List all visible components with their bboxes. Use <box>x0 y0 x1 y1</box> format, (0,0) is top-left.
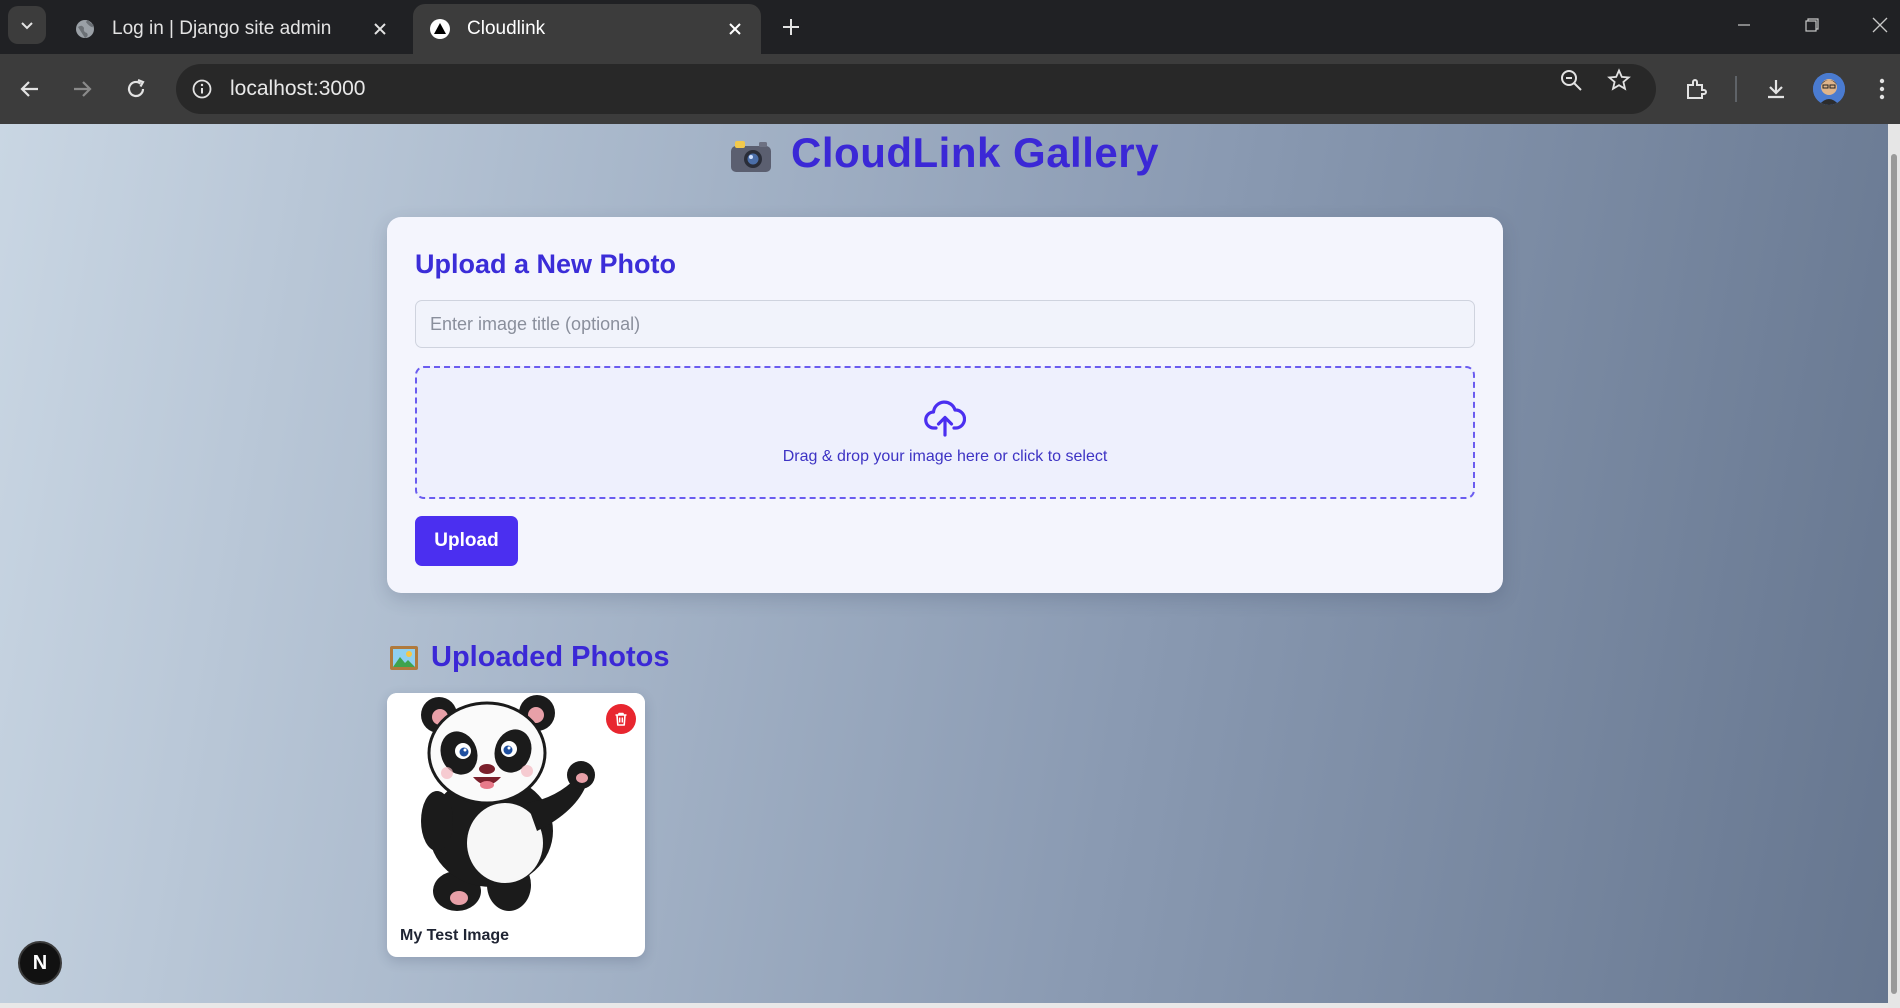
page-viewport: CloudLink Gallery Upload a New Photo Dra… <box>0 124 1888 1003</box>
window-close-icon[interactable] <box>1862 10 1898 40</box>
reload-icon[interactable] <box>116 69 156 109</box>
tab-strip: Log in | Django site admin Cloudlink <box>0 0 1900 54</box>
chevron-down-icon <box>21 22 33 30</box>
next-icon <box>430 19 450 39</box>
window-bottom-edge <box>0 1003 1888 1008</box>
page-title-text: CloudLink Gallery <box>791 129 1159 176</box>
delete-photo-button[interactable] <box>606 704 636 734</box>
gallery-heading-text: Uploaded Photos <box>431 641 670 673</box>
new-tab-icon[interactable] <box>776 12 806 42</box>
minimize-icon[interactable] <box>1726 10 1762 40</box>
panda-image <box>387 693 645 919</box>
nextjs-dev-badge[interactable]: N <box>18 941 62 985</box>
menu-icon[interactable] <box>1862 69 1900 109</box>
photo-card[interactable]: My Test Image <box>387 693 645 957</box>
gallery-heading: Uploaded Photos <box>389 641 669 674</box>
page-scrollbar[interactable] <box>1888 124 1900 1008</box>
cloud-upload-icon <box>924 400 966 437</box>
upload-button[interactable]: Upload <box>415 516 518 566</box>
profile-avatar[interactable] <box>1813 73 1845 105</box>
forward-icon[interactable] <box>62 69 102 109</box>
image-title-input[interactable] <box>415 300 1475 348</box>
file-dropzone[interactable]: Drag & drop your image here or click to … <box>415 366 1475 499</box>
tab-django-admin[interactable]: Log in | Django site admin <box>58 4 406 54</box>
photo-title: My Test Image <box>400 927 510 944</box>
toolbar-divider <box>1735 76 1737 102</box>
extensions-icon[interactable] <box>1676 69 1716 109</box>
camera-icon <box>731 140 772 172</box>
tab-title: Log in | Django site admin <box>112 18 332 39</box>
address-text: localhost:3000 <box>230 77 366 100</box>
back-icon[interactable] <box>10 69 50 109</box>
trash-icon <box>615 712 627 726</box>
upload-heading: Upload a New Photo <box>415 249 677 279</box>
tab-title: Cloudlink <box>467 18 546 39</box>
close-icon[interactable] <box>725 19 745 39</box>
scrollbar-thumb[interactable] <box>1891 154 1897 994</box>
page-title: CloudLink Gallery <box>0 129 1888 177</box>
download-icon[interactable] <box>1756 69 1796 109</box>
address-bar[interactable]: localhost:3000 <box>176 64 1656 114</box>
dropzone-text: Drag & drop your image here or click to … <box>782 447 1108 465</box>
upload-card: Upload a New Photo Drag & drop your imag… <box>387 217 1503 593</box>
tab-search-button[interactable] <box>8 6 46 44</box>
tab-cloudlink[interactable]: Cloudlink <box>413 4 761 54</box>
framed-picture-icon <box>390 645 418 670</box>
browser-toolbar: localhost:3000 <box>0 54 1900 124</box>
restore-icon[interactable] <box>1794 10 1830 40</box>
close-icon[interactable] <box>370 19 390 39</box>
zoom-icon[interactable] <box>1558 67 1584 93</box>
info-icon[interactable] <box>190 77 214 101</box>
globe-icon <box>76 20 94 38</box>
star-icon[interactable] <box>1606 67 1632 93</box>
